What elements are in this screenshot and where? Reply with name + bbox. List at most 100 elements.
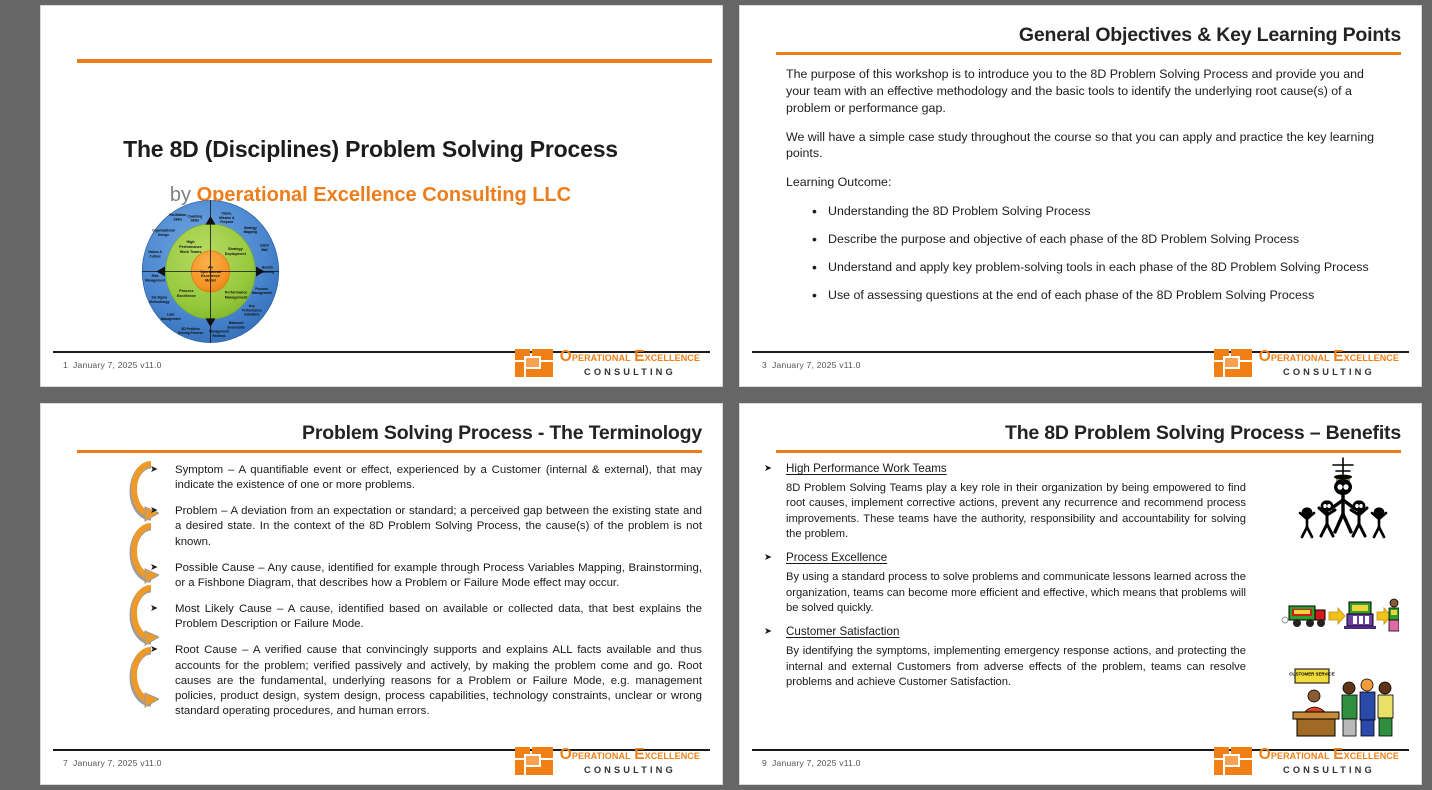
svg-text:Vision,: Vision,: [222, 212, 233, 216]
svg-text:Purpose: Purpose: [220, 220, 233, 224]
svg-text:Solving Process: Solving Process: [178, 331, 203, 335]
logo-line-1: Operational Excellence: [559, 746, 700, 764]
benefit-heading: Process Excellence: [762, 551, 1407, 564]
slide-benefits[interactable]: The 8D Problem Solving Process – Benefit…: [739, 403, 1422, 785]
footer-version: v11.0: [140, 758, 162, 768]
objectives-body: The purpose of this workshop is to intro…: [786, 66, 1383, 315]
svg-text:Key: Key: [249, 304, 255, 308]
slide-objectives[interactable]: General Objectives & Key Learning Points…: [739, 5, 1422, 387]
logo-blocks-icon: [1213, 349, 1252, 377]
svg-text:Balanced: Balanced: [229, 321, 243, 325]
svg-text:Management: Management: [145, 278, 166, 282]
terminology-list: Symptom – A quantifiable event or effect…: [149, 463, 702, 730]
accent-rule: [776, 450, 1401, 453]
company-logo: Operational Excellence CONSULTING: [514, 349, 700, 377]
svg-text:An: An: [208, 266, 214, 270]
slide-terminology[interactable]: Problem Solving Process - The Terminolog…: [40, 403, 723, 785]
accent-rule: [77, 450, 702, 453]
svg-text:Risk: Risk: [152, 274, 159, 278]
svg-text:Mission &: Mission &: [219, 216, 235, 220]
svg-text:Performance: Performance: [179, 245, 202, 249]
svg-text:Management: Management: [209, 330, 230, 334]
svg-text:Strategy: Strategy: [244, 226, 257, 230]
svg-text:Methodology: Methodology: [149, 300, 169, 304]
operational-excellence-wheel-diagram: An Operational Excellence Model High Per…: [141, 200, 280, 343]
list-item: Describe the purpose and objective of ea…: [786, 230, 1383, 249]
list-item: Root Cause – A verified cause that convi…: [149, 643, 702, 719]
logo-wordmark: Operational Excellence CONSULTING: [560, 747, 700, 775]
company-logo: Operational Excellence CONSULTING: [514, 747, 700, 775]
list-item: Use of assessing questions at the end of…: [786, 286, 1383, 305]
accent-rule: [77, 59, 712, 63]
paragraph-case-study: We will have a simple case study through…: [786, 129, 1374, 161]
slide-footer-meta: 7 January 7, 2025 v11.0: [63, 758, 162, 768]
footer-version: v11.0: [140, 360, 162, 370]
svg-text:Model: Model: [205, 278, 216, 282]
accent-rule: [776, 52, 1401, 55]
page-number: 9: [762, 758, 767, 768]
svg-text:Ball: Ball: [262, 248, 268, 252]
logo-line-1: Operational Excellence: [1258, 348, 1399, 366]
slide-footer-meta: 3 January 7, 2025 v11.0: [762, 360, 861, 370]
benefit-body: By using a standard process to solve pro…: [786, 571, 1246, 615]
slide-footer-meta: 1 January 7, 2025 v11.0: [63, 360, 162, 370]
logo-blocks-icon: [514, 349, 553, 377]
logo-line-1: Operational Excellence: [559, 348, 700, 366]
svg-text:Catch: Catch: [260, 244, 269, 248]
svg-text:Culture: Culture: [149, 254, 161, 258]
process-flow-truck-machine-person-clipart: [1281, 598, 1399, 632]
customer-service-desk-queue-clipart: CUSTOMER SERVICE: [1289, 668, 1394, 737]
learning-outcome-list: Understanding the 8D Problem Solving Pro…: [786, 202, 1383, 305]
page-number: 3: [762, 360, 767, 370]
logo-blocks-icon: [514, 747, 553, 775]
svg-text:Values &: Values &: [148, 250, 162, 254]
svg-text:Facilitation: Facilitation: [169, 213, 186, 217]
svg-text:Lean: Lean: [167, 313, 175, 317]
benefit-body: 8D Problem Solving Teams play a key role…: [786, 482, 1246, 541]
list-item: Understand and apply key problem-solving…: [786, 258, 1383, 277]
paragraph-purpose: The purpose of this workshop is to intro…: [786, 67, 1364, 115]
svg-text:Operational: Operational: [200, 270, 221, 274]
svg-text:Excellence: Excellence: [177, 294, 196, 298]
list-item: Symptom – A quantifiable event or effect…: [149, 463, 702, 493]
logo-wordmark: Operational Excellence CONSULTING: [560, 349, 700, 377]
footer-date: January 7, 2025: [72, 360, 138, 370]
svg-text:Management: Management: [161, 317, 182, 321]
slide-footer-meta: 9 January 7, 2025 v11.0: [762, 758, 861, 768]
svg-text:Process: Process: [255, 287, 268, 291]
logo-line-1: Operational Excellence: [1258, 746, 1399, 764]
svg-text:Deployment: Deployment: [225, 252, 247, 256]
footer-version: v11.0: [839, 758, 861, 768]
footer-version: v11.0: [839, 360, 861, 370]
svg-text:Coaching: Coaching: [187, 214, 202, 218]
list-item: Understanding the 8D Problem Solving Pro…: [786, 202, 1383, 221]
svg-text:Design: Design: [158, 233, 169, 237]
slide-title[interactable]: The 8D (Disciplines) Problem Solving Pro…: [40, 5, 723, 387]
logo-line-2: CONSULTING: [584, 366, 676, 377]
footer-date: January 7, 2025: [72, 758, 138, 768]
svg-text:Management: Management: [252, 291, 273, 295]
svg-text:Hoshin: Hoshin: [262, 266, 273, 270]
page-title: Problem Solving Process - The Terminolog…: [302, 422, 702, 444]
logo-blocks-icon: [1213, 747, 1252, 775]
company-logo: Operational Excellence CONSULTING: [1213, 746, 1399, 775]
footer-date: January 7, 2025: [771, 758, 837, 768]
list-item: Problem – A deviation from an expectatio…: [149, 504, 702, 549]
list-item: Most Likely Cause – A cause, identified …: [149, 602, 702, 632]
svg-text:Scorecards: Scorecards: [227, 325, 245, 329]
page-number: 7: [63, 758, 68, 768]
svg-text:Performance: Performance: [242, 308, 262, 312]
svg-text:Process: Process: [179, 289, 193, 293]
slide-deck-grid: The 8D (Disciplines) Problem Solving Pro…: [0, 0, 1432, 790]
page-number: 1: [63, 360, 68, 370]
celebrating-team-trophy-clipart: [1298, 457, 1388, 539]
benefit-body: By identifying the symptoms, implementin…: [786, 645, 1246, 689]
logo-line-2: CONSULTING: [1283, 764, 1375, 775]
svg-text:Organizational: Organizational: [152, 229, 175, 233]
svg-text:High: High: [186, 240, 195, 244]
paragraph-learning-outcome: Learning Outcome:: [786, 175, 892, 190]
svg-text:Planning: Planning: [260, 270, 274, 274]
footer-date: January 7, 2025: [771, 360, 837, 370]
svg-text:Reviews: Reviews: [213, 334, 226, 338]
svg-text:8D Problem: 8D Problem: [182, 327, 200, 331]
